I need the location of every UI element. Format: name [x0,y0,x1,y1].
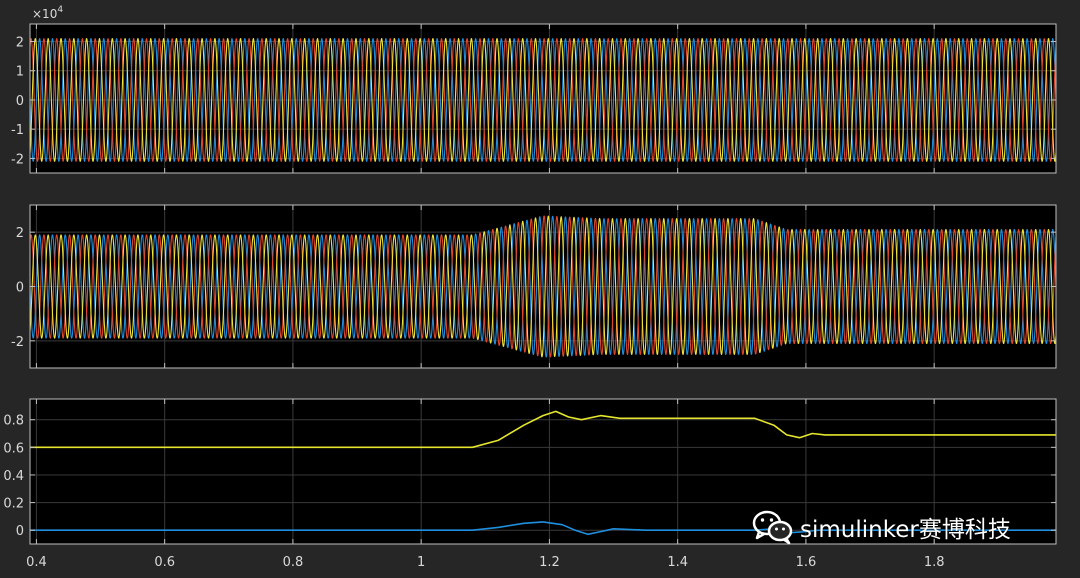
x-tick-label: 1.8 [924,555,945,570]
x-tick-label: 1.6 [796,555,817,570]
x-tick-label: 0.8 [283,555,304,570]
y-tick-label: 0.8 [3,414,24,429]
y-tick-label: 0 [16,281,24,296]
y-tick-label: 0.4 [3,469,24,484]
y-tick-label: 0.6 [3,441,24,456]
x-tick-label: 0.4 [26,555,47,570]
watermark-text: simulinker赛博科技 [800,517,1011,543]
charts-layer: -2-1012×104-20200.20.40.60.80.4 0.6 0.8 1 1.… [3,5,1057,570]
x-tick-label: 1 [417,555,425,570]
x-tick-label: 1.4 [667,555,688,570]
y-tick-label: 1 [16,65,24,80]
y-exponent-power: 4 [57,5,63,15]
panel-middle: -2 0 2 [11,204,1057,369]
scope-figure: -2-1012×104-20200.20.40.60.80.4 0.6 0.8 1 1.… [0,0,1080,578]
y-tick-label: -2 [11,335,24,350]
y-tick-label: 0 [16,524,24,539]
x-tick-label: 0.6 [154,555,175,570]
panel-top: -2-1012×104 [11,5,1057,174]
x-tick-label: 1.2 [539,555,560,570]
y-tick-label: 2 [16,36,24,51]
y-tick-label: 2 [16,226,24,241]
y-tick-label: 0 [16,94,24,109]
y-tick-label: -1 [11,123,24,138]
y-tick-label: -2 [11,152,24,167]
y-tick-label: 0.2 [3,497,24,512]
wechat-icon [752,510,793,545]
watermark: simulinker赛博科技 [752,509,1011,545]
